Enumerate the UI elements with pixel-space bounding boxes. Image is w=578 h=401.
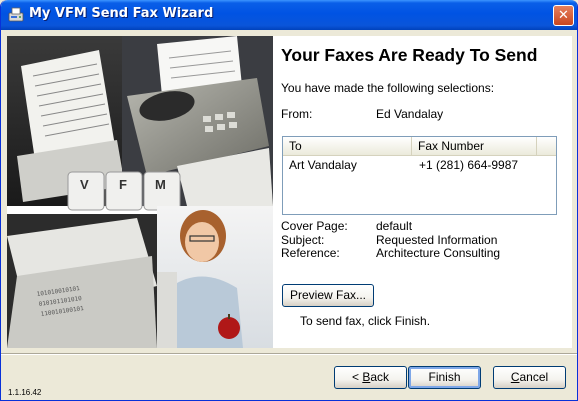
cancel-button[interactable]: Cancel [493, 366, 566, 389]
recipient-fax: +1 (281) 664-9987 [419, 158, 519, 172]
cover-page-value: default [376, 219, 413, 233]
subject-label: Subject: [281, 233, 325, 247]
cover-page-label: Cover Page: [281, 219, 348, 233]
close-button[interactable]: ✕ [553, 5, 574, 26]
cancel-rest: ancel [519, 370, 549, 384]
from-label: From: [281, 107, 313, 121]
reference-value: Architecture Consulting [376, 246, 501, 260]
wizard-window: My VFM Send Fax Wizard ✕ V F M 101010010… [0, 0, 578, 401]
preview-fax-button[interactable]: Preview Fax... [282, 284, 374, 307]
finish-instruction: To send fax, click Finish. [300, 314, 431, 328]
back-rest: ack [370, 370, 390, 384]
wizard-page: V F M 101010010101 010101101010 11001010… [7, 36, 572, 348]
title-bar[interactable]: My VFM Send Fax Wizard ✕ [1, 0, 577, 30]
subject-value: Requested Information [376, 233, 498, 247]
window-title: My VFM Send Fax Wizard [29, 6, 214, 21]
back-prefix: < [351, 370, 363, 384]
fax-app-icon [8, 7, 24, 22]
version-label: 1.1.16.42 [8, 388, 42, 397]
fax-collage-image: V F M 101010010101 010101101010 11001010… [7, 36, 273, 348]
column-header-fax-number[interactable]: Fax Number [412, 137, 537, 155]
intro-text: You have made the following selections: [281, 81, 495, 95]
list-header: To Fax Number [283, 137, 556, 156]
page-heading: Your Faxes Are Ready To Send [281, 45, 538, 65]
footer-divider [1, 353, 577, 355]
key-m: M [155, 177, 166, 192]
column-header-to[interactable]: To [283, 137, 412, 155]
reference-label: Reference: [281, 246, 340, 260]
key-f: F [119, 177, 127, 192]
finish-button[interactable]: Finish [408, 366, 481, 389]
recipients-list[interactable]: To Fax Number Art Vandalay +1 (281) 664-… [282, 136, 557, 215]
back-button[interactable]: < Back [334, 366, 407, 389]
recipient-name: Art Vandalay [289, 158, 357, 172]
from-value: Ed Vandalay [376, 107, 444, 121]
key-v: V [80, 177, 89, 192]
